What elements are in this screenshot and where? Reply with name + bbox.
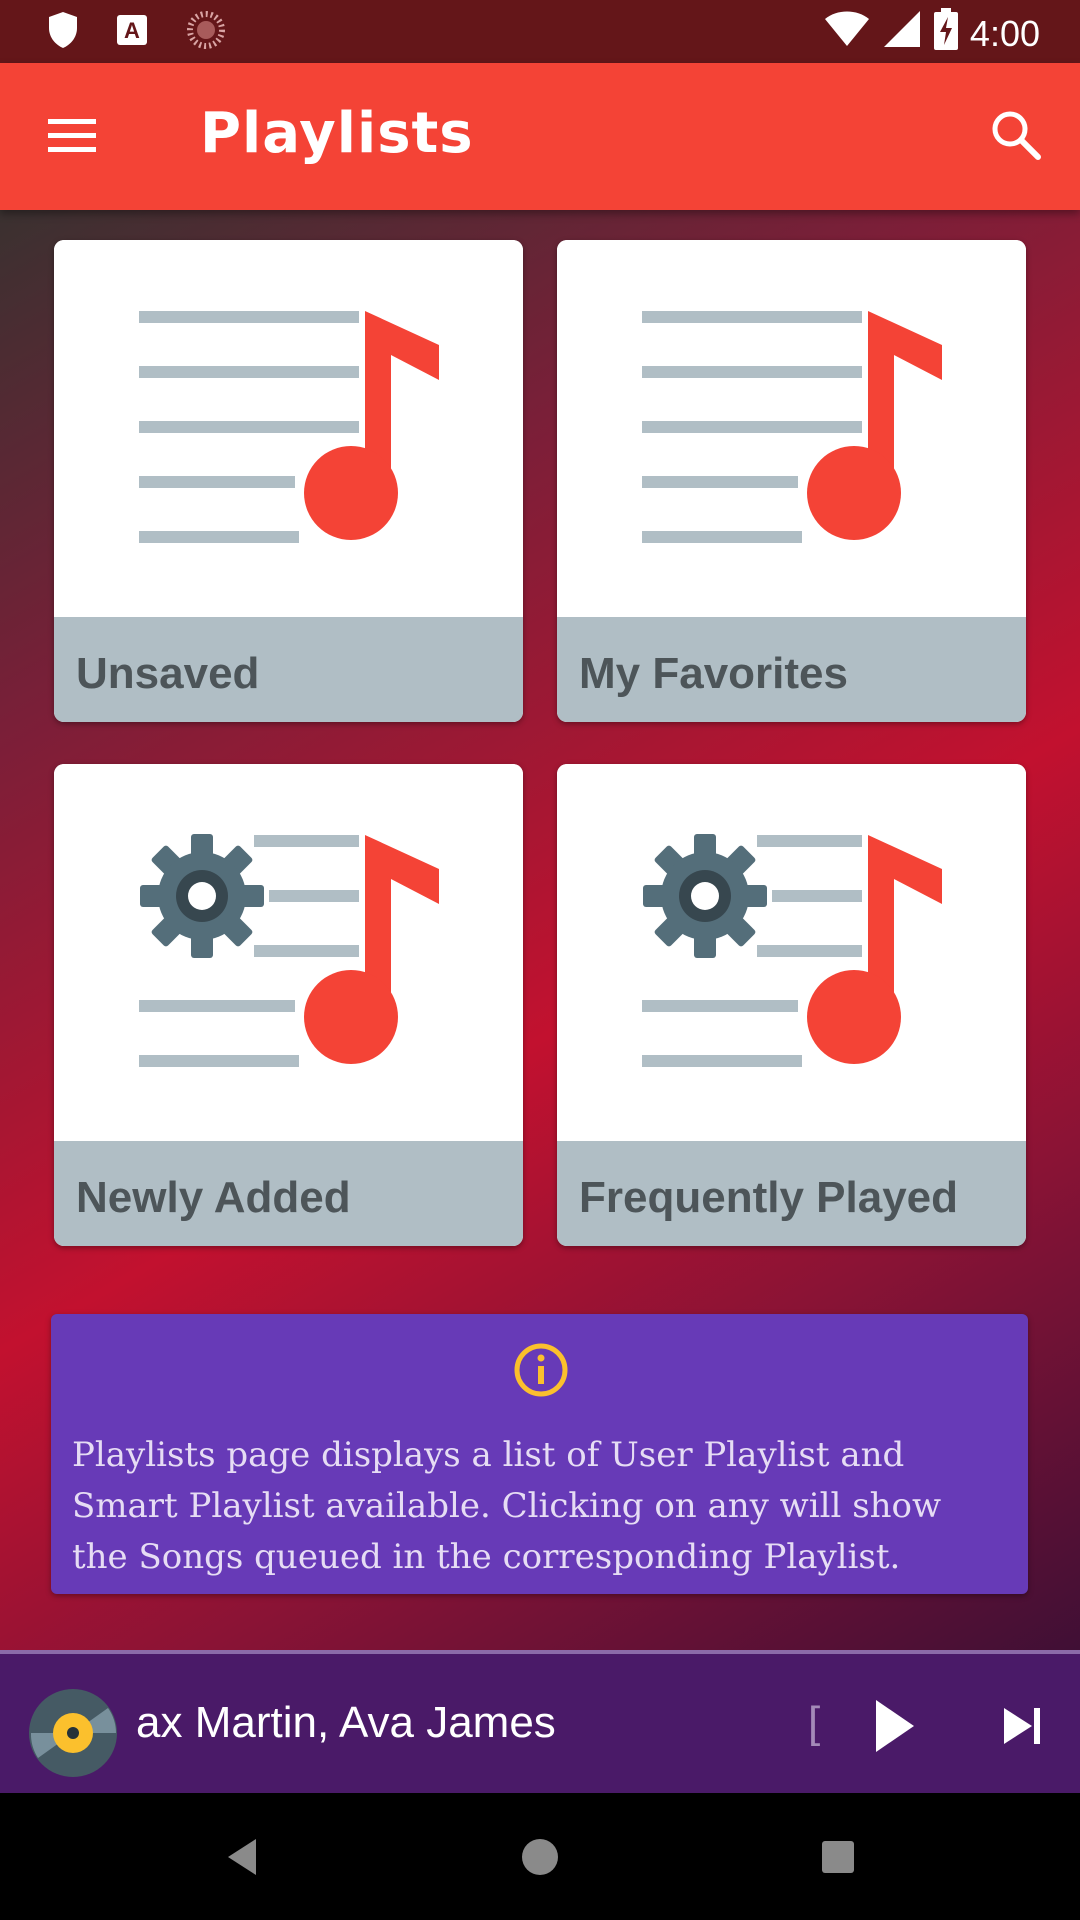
shield-icon bbox=[48, 11, 78, 54]
playlist-label-bar: Unsaved bbox=[54, 617, 523, 722]
system-nav-bar bbox=[0, 1793, 1080, 1920]
font-a-icon: A bbox=[116, 14, 148, 51]
now-playing-overflow: [ bbox=[808, 1698, 821, 1747]
info-icon bbox=[513, 1342, 569, 1398]
status-time: 4:00 bbox=[969, 12, 1040, 54]
status-bar: A 4:00 bbox=[0, 0, 1080, 63]
skip-next-icon[interactable] bbox=[994, 1698, 1050, 1754]
album-disc-icon bbox=[28, 1688, 118, 1778]
status-left-icons: A bbox=[48, 10, 226, 55]
app-toolbar: Playlists bbox=[0, 63, 1080, 210]
recents-icon[interactable] bbox=[814, 1833, 862, 1881]
search-icon[interactable] bbox=[988, 107, 1044, 163]
smart-playlist-icon bbox=[138, 832, 439, 1069]
playlist-label-bar: Newly Added bbox=[54, 1141, 523, 1246]
playlist-card-unsaved[interactable]: Unsaved bbox=[54, 240, 523, 722]
playlist-label: Unsaved bbox=[76, 649, 260, 698]
playlist-art bbox=[557, 764, 1026, 1141]
sync-spinner-icon bbox=[186, 10, 226, 55]
smart-playlist-icon bbox=[641, 832, 942, 1069]
playlist-label: Frequently Played bbox=[579, 1173, 959, 1222]
page-title: Playlists bbox=[200, 101, 474, 166]
back-icon[interactable] bbox=[220, 1833, 268, 1881]
info-box: Playlists page displays a list of User P… bbox=[51, 1314, 1028, 1594]
playlist-music-icon bbox=[642, 311, 942, 545]
info-text: Playlists page displays a list of User P… bbox=[72, 1435, 942, 1577]
svg-text:A: A bbox=[124, 18, 140, 43]
home-icon[interactable] bbox=[516, 1833, 564, 1881]
playlist-label-bar: Frequently Played bbox=[557, 1141, 1026, 1246]
battery-charging-icon bbox=[933, 8, 958, 59]
wifi-icon bbox=[824, 10, 870, 57]
playlist-label: Newly Added bbox=[76, 1173, 351, 1222]
playlist-card-newly-added[interactable]: Newly Added bbox=[54, 764, 523, 1246]
status-right: 4:00 bbox=[824, 8, 1040, 59]
playlist-label: My Favorites bbox=[579, 649, 848, 698]
playlist-label-bar: My Favorites bbox=[557, 617, 1026, 722]
playlists-content: Unsaved My Favorites Newly Added Frequen… bbox=[0, 210, 1080, 1662]
playlist-art bbox=[54, 764, 523, 1141]
playlist-art bbox=[54, 240, 523, 617]
mini-player[interactable]: ax Martin, Ava James [ bbox=[0, 1650, 1080, 1797]
signal-icon bbox=[882, 9, 922, 58]
playlist-art bbox=[557, 240, 1026, 617]
playlist-music-icon bbox=[139, 311, 439, 545]
playlist-card-frequently-played[interactable]: Frequently Played bbox=[557, 764, 1026, 1246]
playlist-card-my-favorites[interactable]: My Favorites bbox=[557, 240, 1026, 722]
play-icon[interactable] bbox=[866, 1694, 922, 1758]
now-playing-text: ax Martin, Ava James bbox=[136, 1698, 556, 1747]
hamburger-menu-icon[interactable] bbox=[44, 113, 100, 157]
